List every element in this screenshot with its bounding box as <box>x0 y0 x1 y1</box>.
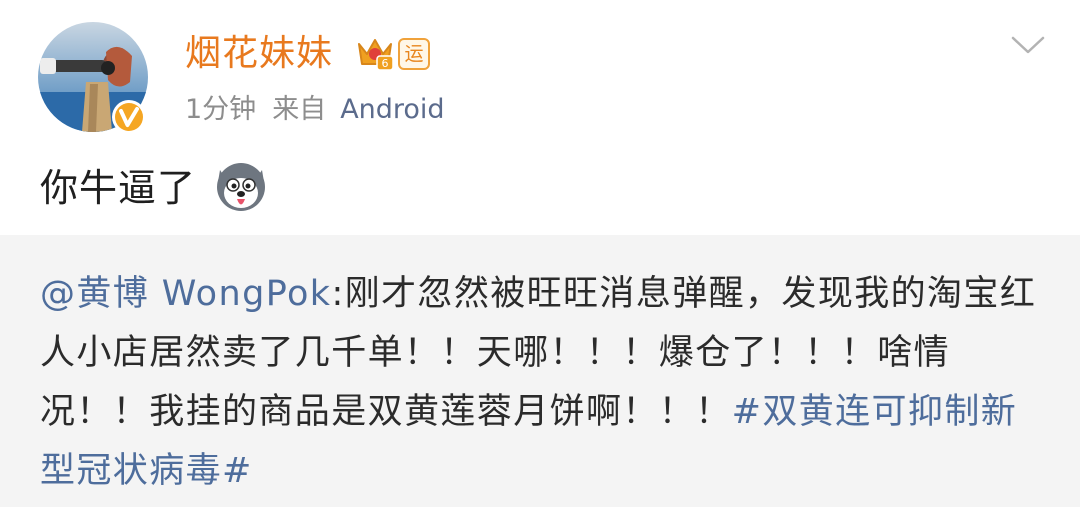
verified-v-icon <box>112 100 146 134</box>
mention-link[interactable]: @黄博 WongPok <box>40 274 331 314</box>
post-time: 1分钟 <box>185 94 257 125</box>
author-name[interactable]: 烟花妹妹 <box>185 30 333 78</box>
post-text: 你牛逼了 <box>40 166 197 210</box>
husky-dog-emoji-icon <box>217 163 265 211</box>
svg-text:6: 6 <box>382 57 389 70</box>
post-header: 烟花妹妹 6 运 1分钟 来自 Android 你牛逼了 <box>0 0 1080 235</box>
chevron-down-icon[interactable] <box>1010 32 1046 58</box>
crown-level-6-icon[interactable]: 6 <box>355 34 395 72</box>
repost-text: @黄博 WongPok:刚才忽然被旺旺消息弹醒，发现我的淘宝红人小店居然卖了几千… <box>40 265 1050 501</box>
post-meta: 1分钟 来自 Android <box>185 90 445 130</box>
post-source[interactable]: Android <box>340 94 444 125</box>
from-label: 来自 <box>272 94 327 125</box>
yun-badge[interactable]: 运 <box>398 38 430 70</box>
repost-card[interactable]: @黄博 WongPok:刚才忽然被旺旺消息弹醒，发现我的淘宝红人小店居然卖了几千… <box>0 235 1080 507</box>
